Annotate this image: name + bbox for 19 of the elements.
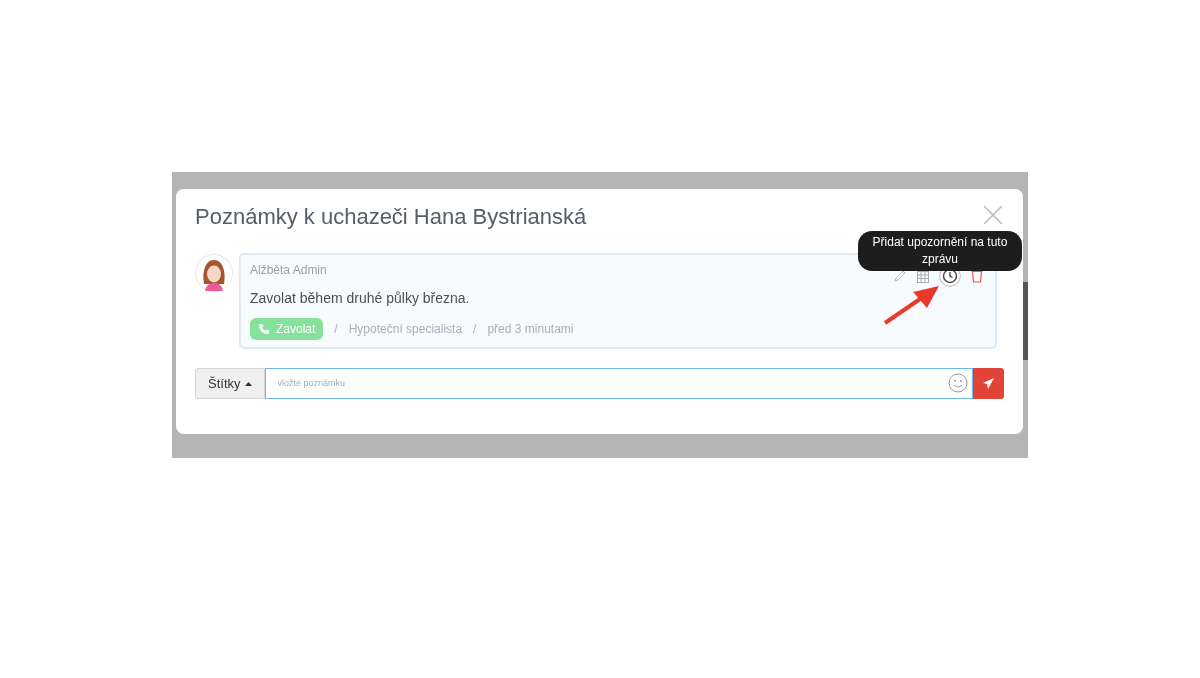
note-position: Hypoteční specialista [348, 321, 463, 338]
note-input-field[interactable]: vložte poznámku [264, 368, 973, 399]
dialog-title: Poznámky k uchazeči Hana Bystrianská [195, 203, 587, 231]
tags-button[interactable]: Štítky [195, 368, 265, 399]
note-text: Zavolat během druhé půlky března. [250, 289, 470, 308]
note-time: před 3 minutami [487, 321, 574, 338]
caret-icon [244, 381, 252, 386]
tooltip: Přidat upozornění na tuto zprávu [858, 231, 1022, 271]
phone-icon [258, 323, 270, 335]
send-icon [983, 378, 994, 389]
separator: / [473, 321, 477, 338]
send-button[interactable] [973, 368, 1004, 399]
avatar [195, 254, 233, 292]
calendar-icon[interactable] [917, 269, 929, 283]
note-author: Alžběta Admin [250, 262, 327, 279]
separator: / [334, 321, 338, 338]
pencil-icon[interactable] [893, 269, 907, 283]
arrow [883, 285, 939, 325]
trash-icon[interactable] [971, 269, 983, 283]
